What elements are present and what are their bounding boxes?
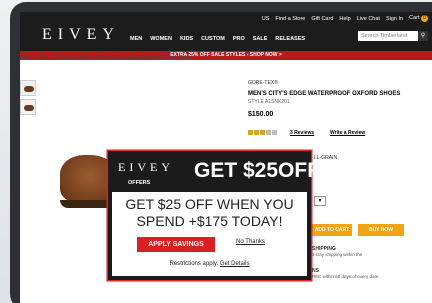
get-details-link[interactable]: Get Details	[220, 261, 250, 267]
sign-in-link[interactable]: Sign In	[386, 16, 403, 22]
star-icon	[266, 130, 271, 135]
no-thanks-link[interactable]: No Thanks	[236, 239, 265, 245]
product-thumbnail[interactable]	[20, 80, 36, 96]
menu-item-women[interactable]: WOMEN	[150, 36, 172, 42]
star-icon	[260, 130, 265, 135]
restrictions-text: Restrictions apply. Get Details	[112, 261, 307, 267]
shipping-text: 3-Day shipping within the	[312, 252, 363, 257]
restrictions-label: Restrictions apply.	[169, 261, 219, 267]
menu-item-pro[interactable]: PRO	[233, 36, 245, 42]
country-link[interactable]: US	[262, 16, 270, 22]
find-store-link[interactable]: Find a Store	[275, 16, 305, 22]
product-style: STYLE A1SNK201	[248, 99, 290, 105]
top-navigation: US Find a Store Gift Card Help Live Chat…	[20, 12, 432, 51]
cart-label: Cart	[409, 15, 420, 21]
menu-item-men[interactable]: MEN	[130, 36, 142, 42]
star-icon	[248, 130, 253, 135]
size-select[interactable]: ▾	[314, 196, 326, 206]
product-title: MEN'S CITY'S EDGE WATERPROOF OXFORD SHOE…	[248, 91, 401, 97]
menu-item-custom[interactable]: CUSTOM	[201, 36, 225, 42]
modal-headline: GET $25OFF	[194, 159, 321, 182]
live-chat-link[interactable]: Live Chat	[357, 16, 380, 22]
star-icon	[272, 130, 277, 135]
search-icon[interactable]: ⚲	[418, 31, 428, 41]
help-link[interactable]: Help	[339, 16, 350, 22]
apply-savings-button[interactable]: APPLY SAVINGS	[137, 237, 215, 252]
site-logo[interactable]: EIVEY	[42, 26, 120, 44]
menu-item-kids[interactable]: KIDS	[180, 36, 193, 42]
product-price: $150.00	[248, 111, 274, 118]
add-to-cart-button[interactable]: ADD TO CART	[312, 224, 352, 236]
menu-item-sale[interactable]: SALE	[253, 36, 268, 42]
returns-text: REE within 60 days of every date.	[312, 274, 380, 279]
cart-count-badge: 0	[421, 15, 428, 22]
product-brand: GORE-TEX®	[248, 80, 278, 86]
buy-now-button[interactable]: BUY NOW	[358, 224, 404, 236]
star-icon	[254, 130, 259, 135]
modal-header: EIVEY OFFERS GET $25OFF	[112, 155, 320, 192]
modal-body: GET $25 OFF WHEN YOU SPEND +$175 TODAY!	[112, 196, 307, 230]
offer-modal: EIVEY OFFERS GET $25OFF GET $25 OFF WHEN…	[108, 151, 320, 280]
product-info: GORE-TEX® MEN'S CITY'S EDGE WATERPROOF O…	[248, 80, 408, 118]
reviews-link[interactable]: 3 Reviews	[290, 130, 314, 136]
cart-link[interactable]: Cart 0	[409, 15, 428, 22]
rating-stars	[248, 130, 277, 135]
modal-offers-label: OFFERS	[128, 180, 151, 186]
write-review-link[interactable]: Write a Review	[330, 130, 365, 136]
modal-body-line-1: GET $25 OFF WHEN YOU	[125, 196, 294, 212]
menu-item-releases[interactable]: RELEASES	[275, 36, 305, 42]
gift-card-link[interactable]: Gift Card	[311, 16, 333, 22]
utility-bar: US Find a Store Gift Card Help Live Chat…	[262, 15, 428, 22]
scene: US Find a Store Gift Card Help Live Chat…	[0, 0, 432, 303]
breadcrumb[interactable]: Home › Men › Footwear › Shoes › Men's Ci…	[20, 55, 193, 61]
modal-body-line-2: SPEND +$175 TODAY!	[136, 213, 283, 229]
product-thumbnail[interactable]	[20, 99, 36, 115]
main-menu: MEN WOMEN KIDS CUSTOM PRO SALE RELEASES	[130, 36, 305, 42]
modal-logo: EIVEY	[118, 160, 174, 174]
thumbnail-list	[20, 80, 38, 118]
